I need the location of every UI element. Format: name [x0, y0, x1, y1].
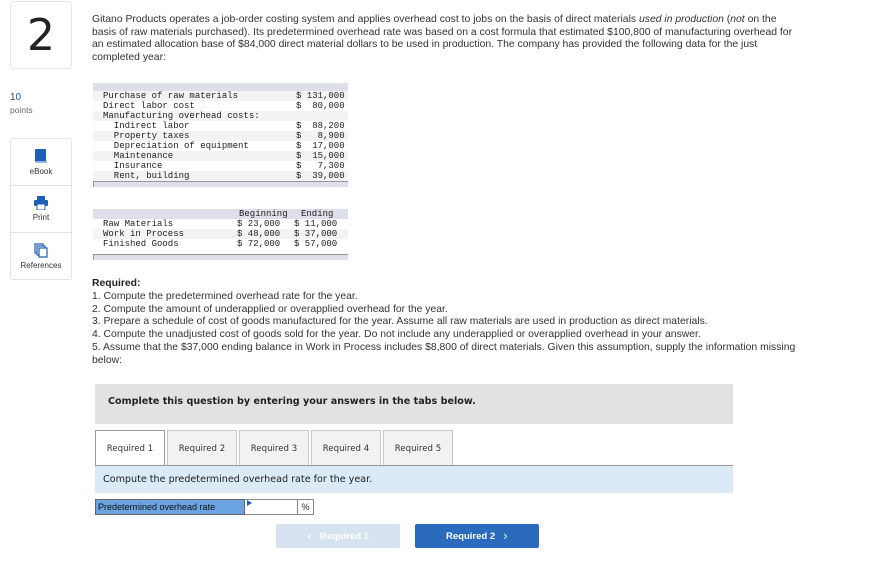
row-label: Insurance [103, 161, 163, 171]
row-amount: $ 80,000 [296, 101, 345, 111]
printer-icon [34, 196, 48, 210]
header-beginning: Beginning [239, 209, 288, 219]
prev-required-button[interactable]: ‹ Required 1 [276, 524, 400, 548]
row-label: Raw Materials [103, 219, 174, 229]
ending-value: $ 57,000 [294, 239, 338, 249]
tab-required-1[interactable]: Required 1 [95, 430, 165, 467]
row-amount: $ 15,000 [296, 151, 345, 161]
table-row: Maintenance $ 15,000 [93, 151, 348, 161]
input-marker-icon [247, 500, 252, 506]
book-icon [35, 149, 47, 163]
row-amount: $ 8,900 [296, 131, 345, 141]
row-label: Indirect labor [103, 121, 190, 131]
row-label: Property taxes [103, 131, 190, 141]
table-row: Property taxes $ 8,900 [93, 131, 348, 141]
tab-required-5[interactable]: Required 5 [383, 430, 453, 466]
prompt-text: Compute the predetermined overhead rate … [103, 474, 373, 485]
question-intro: Gitano Products operates a job-order cos… [92, 14, 802, 64]
row-label: Manufacturing overhead costs: [103, 111, 260, 121]
instructions-text: Complete this question by entering your … [108, 396, 476, 407]
prev-label: Required 1 [319, 530, 369, 542]
required-item: 1. Compute the predetermined overhead ra… [92, 290, 358, 302]
row-amount [296, 111, 348, 121]
chevron-left-icon: ‹ [307, 529, 312, 543]
ending-value: $ 11,000 [294, 219, 338, 229]
references-icon [34, 242, 48, 258]
row-label: Depreciation of equipment [103, 141, 249, 151]
table-row: Indirect labor $ 88,200 [93, 121, 348, 131]
inventory-header: Beginning Ending [93, 209, 348, 219]
question-number: 2 [10, 1, 72, 69]
table-row: Depreciation of equipment $ 17,000 [93, 141, 348, 151]
row-label: Maintenance [103, 151, 174, 161]
references-button[interactable]: References [11, 233, 71, 279]
table-row: Raw Materials $ 23,000 $ 11,000 [93, 219, 348, 229]
tab-required-4[interactable]: Required 4 [311, 430, 381, 466]
beginning-value: $ 48,000 [237, 229, 281, 239]
table-row: Finished Goods $ 72,000 $ 57,000 [93, 239, 348, 249]
ending-value: $ 37,000 [294, 229, 338, 239]
next-label: Required 2 [446, 530, 496, 542]
beginning-value: $ 23,000 [237, 219, 281, 229]
table-row: Direct labor cost $ 80,000 [93, 101, 348, 111]
header-ending: Ending [301, 209, 334, 219]
panel-prompt: Compute the predetermined overhead rate … [95, 466, 733, 493]
tools-panel: eBook Print References [10, 138, 72, 280]
row-amount: $ 131,000 [296, 91, 345, 101]
costs-table: Purchase of raw materials $ 131,000 Direct… [93, 83, 348, 187]
field-label: Predetermined overhead rate [95, 499, 245, 515]
row-label: Finished Goods [103, 239, 179, 249]
percent-unit: % [298, 499, 314, 515]
intro-text: Gitano Products operates a job-order cos… [92, 14, 639, 25]
table-header-bar [93, 83, 348, 91]
tab-required-3[interactable]: Required 3 [239, 430, 309, 466]
required-item: 4. Compute the unadjusted cost of goods … [92, 329, 701, 341]
points-box: 10 points [10, 92, 33, 116]
row-amount: $ 88,200 [296, 121, 345, 131]
table-row: Insurance $ 7,300 [93, 161, 348, 171]
required-item: 2. Compute the amount of underapplied or… [92, 303, 448, 315]
print-button[interactable]: Print [11, 186, 71, 233]
table-footer-bar [93, 181, 348, 187]
table-row: Purchase of raw materials $ 131,000 [93, 91, 348, 101]
row-label: Rent, building [103, 171, 190, 181]
required-item: 3. Prepare a schedule of cost of goods m… [92, 316, 708, 328]
tab-required-2[interactable]: Required 2 [167, 430, 237, 466]
intro-emphasis: used in production [638, 14, 724, 25]
row-label: Direct labor cost [103, 101, 195, 111]
intro-emphasis: not [730, 14, 745, 25]
ebook-label: eBook [29, 167, 53, 176]
table-row: Rent, building $ 39,000 [93, 171, 348, 181]
required-item: 5. Assume that the $37,000 ending balanc… [92, 341, 796, 366]
required-section: Required: 1. Compute the predetermined o… [92, 278, 802, 368]
row-amount: $ 17,000 [296, 141, 345, 151]
points-value: 10 [10, 92, 22, 103]
references-label: References [20, 260, 62, 270]
table-footer-bar [93, 254, 348, 260]
row-amount: $ 39,000 [296, 171, 345, 181]
beginning-value: $ 72,000 [237, 239, 281, 249]
row-label: Work in Process [103, 229, 185, 239]
chevron-right-icon: › [503, 529, 508, 543]
table-row: Work in Process $ 48,000 $ 37,000 [93, 229, 348, 239]
print-label: Print [32, 213, 50, 222]
answer-row: Predetermined overhead rate % [95, 499, 314, 515]
instructions-banner: Complete this question by entering your … [95, 384, 733, 424]
ebook-button[interactable]: eBook [11, 139, 71, 186]
table-row: Manufacturing overhead costs: [93, 111, 348, 121]
required-heading: Required: [92, 278, 141, 289]
row-label: Purchase of raw materials [103, 91, 239, 101]
row-amount: $ 7,300 [296, 161, 345, 171]
overhead-rate-input[interactable] [245, 499, 298, 515]
next-required-button[interactable]: Required 2 › [415, 524, 539, 548]
inventory-table: Beginning Ending Raw Materials $ 23,000 $ … [93, 209, 348, 260]
points-label: points [10, 105, 33, 115]
tab-bar: Required 1 Required 2 Required 3 Required 4… [95, 430, 455, 467]
